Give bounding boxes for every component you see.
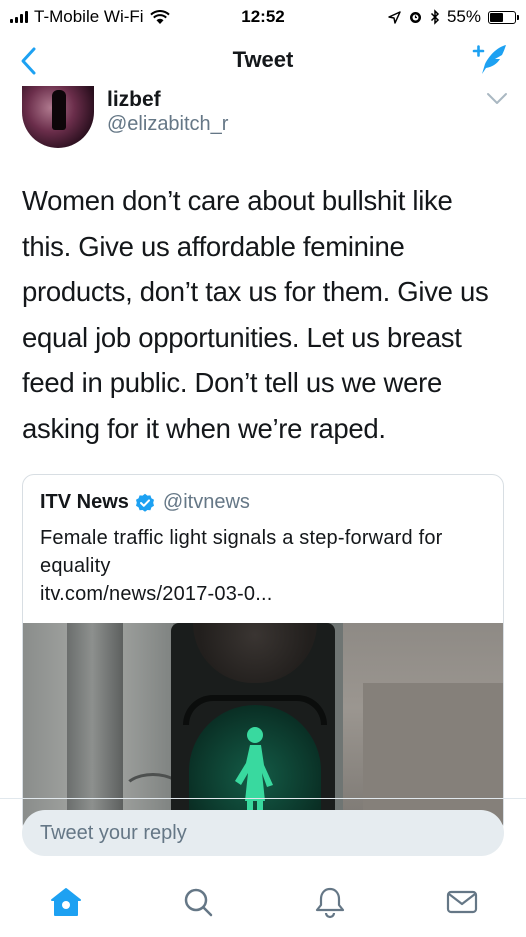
reply-input[interactable] — [22, 810, 504, 856]
battery-icon — [488, 10, 519, 24]
user-handle[interactable]: @elizabitch_r — [107, 113, 228, 136]
messages-icon — [446, 890, 478, 914]
status-right: 55% — [388, 7, 519, 27]
home-icon — [51, 888, 81, 916]
traffic-light-image[interactable] — [23, 623, 503, 833]
avatar[interactable] — [22, 86, 94, 148]
battery-percent: 55% — [446, 7, 481, 26]
street-pole — [67, 623, 123, 833]
status-bar: T-Mobile Wi-Fi 12:52 55% — [0, 0, 526, 36]
tweet-header: lizbef @elizabitch_r — [0, 86, 526, 156]
quoted-tweet-header: ITV News @itvnews — [40, 491, 250, 514]
quoted-tweet-text: Female traffic light signals a step-forw… — [40, 524, 490, 608]
display-name[interactable]: lizbef — [107, 88, 161, 112]
search-icon — [184, 888, 213, 917]
tab-messages[interactable] — [444, 884, 480, 920]
location-arrow-icon — [388, 10, 401, 24]
quoted-tweet-handle: @itvnews — [162, 491, 250, 513]
quoted-tweet-headline: Female traffic light signals a step-forw… — [40, 527, 443, 577]
chevron-down-icon[interactable] — [486, 92, 508, 106]
tab-bar — [0, 868, 526, 937]
page-title: Tweet — [232, 47, 294, 72]
avatar-figure — [52, 90, 66, 130]
bluetooth-icon — [430, 9, 440, 25]
tab-home[interactable] — [48, 884, 84, 920]
notifications-icon — [315, 887, 345, 919]
tab-search[interactable] — [180, 884, 216, 920]
tab-notifications[interactable] — [312, 884, 348, 920]
quoted-tweet-card[interactable]: ITV News @itvnews Female traffic light s… — [22, 474, 504, 834]
quoted-tweet-name: ITV News — [40, 491, 129, 513]
verified-badge-icon — [135, 493, 154, 512]
compose-tweet-icon[interactable] — [470, 42, 510, 78]
tweet-text: Women don’t care about bullshit like thi… — [22, 185, 489, 444]
nav-bar: Tweet — [0, 36, 526, 86]
quoted-tweet-link[interactable]: itv.com/news/2017-03-0... — [40, 580, 490, 608]
reply-divider — [0, 798, 526, 799]
alarm-icon — [409, 11, 421, 23]
battery-fill — [490, 12, 504, 22]
